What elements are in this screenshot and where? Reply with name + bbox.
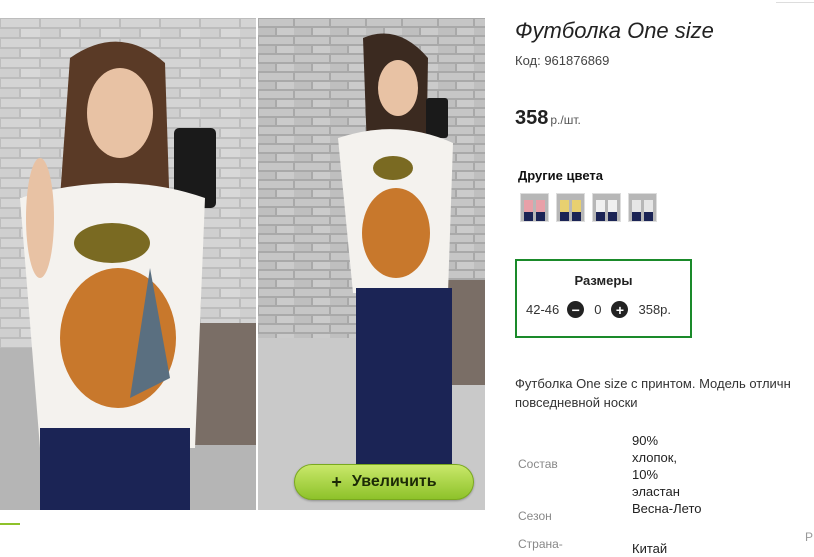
description-line-2: повседневной носки <box>515 395 638 410</box>
spec-key-composition: Состав <box>518 457 558 471</box>
spec-value-country: Китай <box>632 541 668 556</box>
other-colors-label: Другие цвета <box>518 168 603 183</box>
plus-circle-icon[interactable]: + <box>611 301 629 318</box>
color-swatch-pink[interactable] <box>520 193 549 222</box>
size-row: 42-46 − 0 + 358р. <box>526 301 671 318</box>
plus-icon: + <box>331 472 342 492</box>
spec-key-season: Сезон <box>518 509 552 523</box>
price-unit: р./шт. <box>550 113 581 127</box>
zoom-button-label: Увеличить <box>351 473 437 490</box>
price-amount: 358 <box>515 107 549 129</box>
spec-value-composition: 90% хлопок, 10% эластан <box>632 433 680 499</box>
divider-accent <box>0 523 20 525</box>
color-swatch-white[interactable] <box>592 193 621 222</box>
sizes-panel: Размеры 42-46 − 0 + 358р. <box>515 259 692 338</box>
color-swatches <box>520 193 657 222</box>
size-price: 358р. <box>638 302 672 317</box>
product-description: Футболка One size с принтом. Модель отли… <box>515 374 814 412</box>
size-quantity: 0 <box>594 302 602 317</box>
zoom-button[interactable]: + Увеличить <box>294 464 474 500</box>
spec-key-country: Страна- <box>518 537 563 551</box>
description-line-1: Футболка One size с принтом. Модель отли… <box>515 376 791 391</box>
sizes-title: Размеры <box>574 273 633 288</box>
product-photo-secondary[interactable] <box>258 18 485 510</box>
color-swatch-yellow[interactable] <box>556 193 585 222</box>
product-title: Футболка One size <box>515 18 714 43</box>
top-divider <box>776 2 814 3</box>
minus-circle-icon[interactable]: − <box>567 301 585 318</box>
product-price: 358 р./шт. <box>515 107 581 130</box>
spec-value-season: Весна-Лето <box>632 501 702 516</box>
product-photo-main[interactable] <box>0 18 256 510</box>
product-code: Код: 961876869 <box>515 53 610 68</box>
edge-letter: Р <box>805 530 814 544</box>
color-swatch-white-2[interactable] <box>628 193 657 222</box>
size-range: 42-46 <box>526 302 560 317</box>
